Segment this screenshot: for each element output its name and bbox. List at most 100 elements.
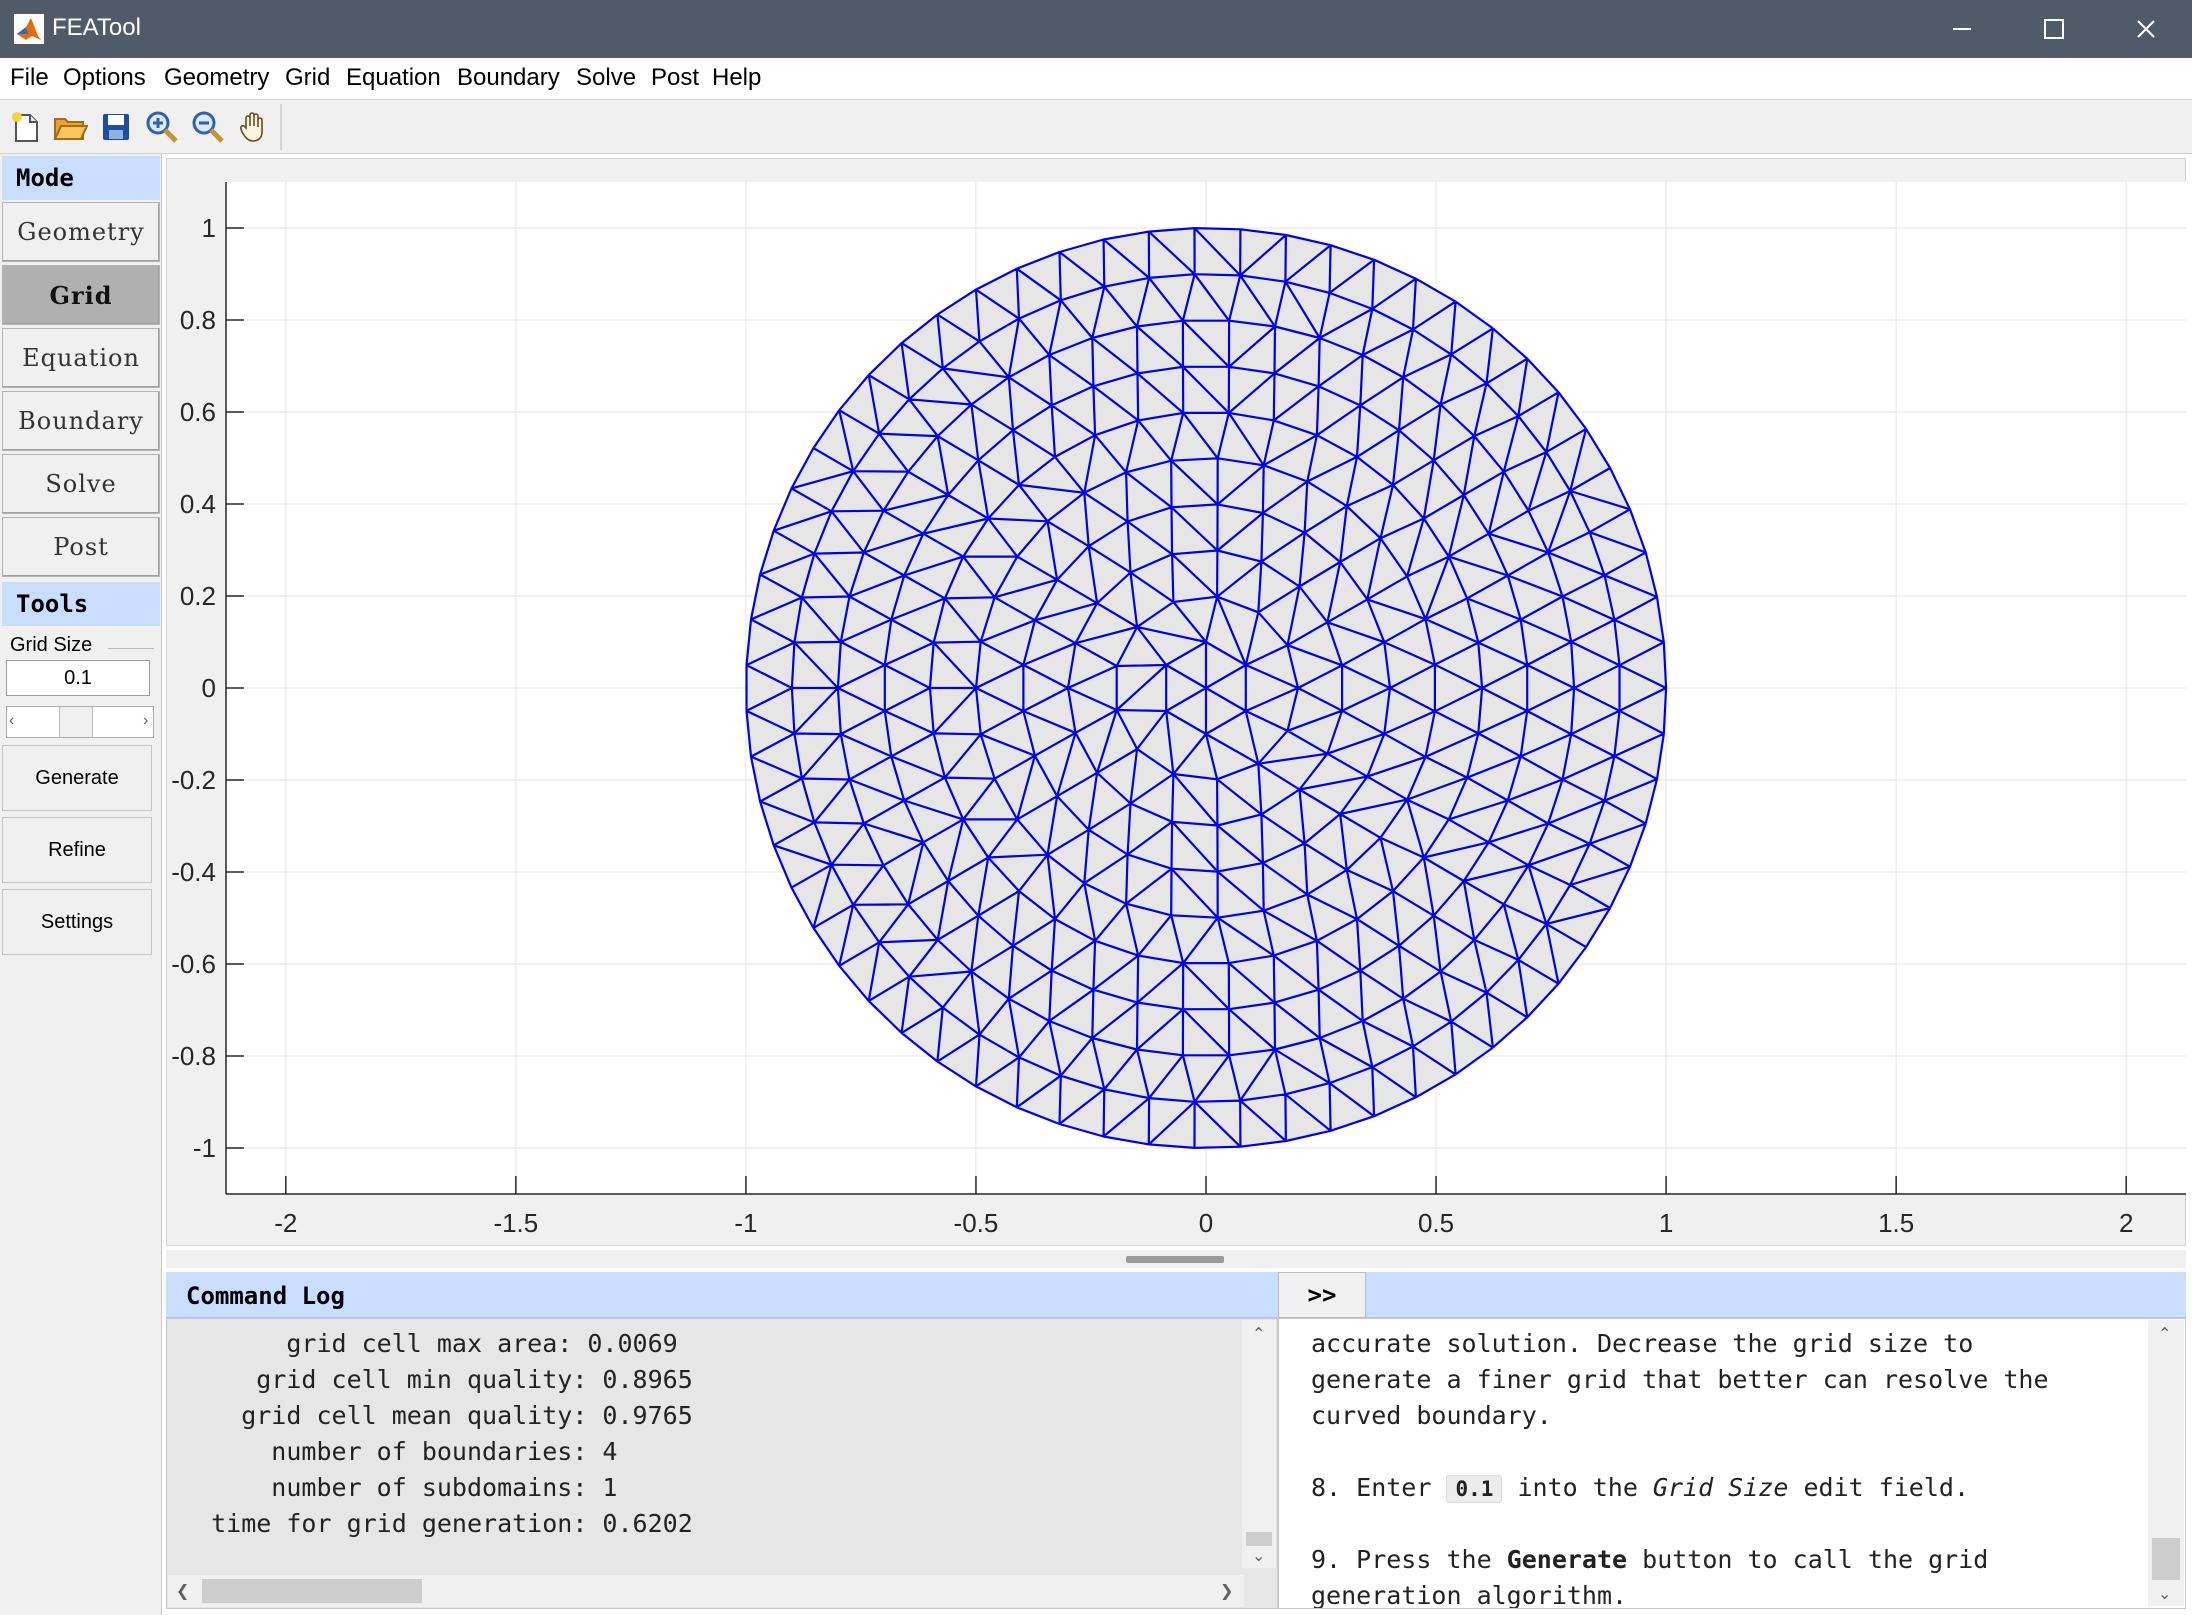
grid-size-input[interactable]: 0.1 (6, 660, 150, 696)
save-button[interactable] (96, 106, 136, 148)
scroll-up-icon[interactable]: ⌃ (1252, 1324, 1265, 1344)
settings-button[interactable]: Settings (2, 889, 152, 955)
help-line: accurate solution. Decrease the grid siz… (1311, 1329, 1974, 1358)
log-line: number of boundaries: 4 (181, 1437, 618, 1466)
grid-size-code: 0.1 (1446, 1475, 1503, 1503)
y-tick-label: -0.4 (171, 857, 216, 887)
maximize-button[interactable] (2008, 0, 2100, 58)
x-tick-label: -1 (734, 1208, 757, 1238)
zoom-in-icon (146, 111, 178, 143)
help-line: curved boundary. (1311, 1401, 1552, 1430)
help-vertical-scrollbar[interactable]: ⌃ ⌄ (2148, 1320, 2184, 1606)
save-icon (103, 114, 129, 140)
y-tick-label: 1 (202, 213, 216, 243)
grid-size-emphasis: Grid Size (1652, 1473, 1789, 1502)
help-line: generate a finer grid that better can re… (1311, 1365, 2049, 1394)
scroll-down-icon[interactable]: ⌄ (1252, 1546, 1265, 1566)
y-tick-label: 0.8 (180, 305, 216, 335)
menu-bar: File Options Geometry Grid Equation Boun… (0, 58, 2192, 100)
help-header-bar (1366, 1272, 2186, 1318)
step8-post: edit field. (1788, 1473, 1970, 1502)
tools-header: Tools (2, 582, 160, 626)
command-log[interactable]: grid cell max area: 0.0069 grid cell min… (166, 1318, 1278, 1609)
new-file-button[interactable] (6, 106, 46, 148)
grid-size-divider (108, 648, 154, 649)
menu-solve[interactable]: Solve (576, 64, 636, 92)
y-tick-label: -0.2 (171, 765, 216, 795)
log-vertical-scrollbar[interactable]: ⌃ ⌄ (1242, 1320, 1276, 1568)
log-line: grid cell max area: 0.0069 (181, 1329, 678, 1358)
generate-emphasis: Generate (1506, 1545, 1628, 1574)
x-tick-label: 1.5 (1878, 1208, 1914, 1238)
zoom-out-icon (192, 111, 224, 143)
log-hscroll-thumb[interactable] (202, 1579, 422, 1603)
generate-button[interactable]: Generate (2, 745, 152, 811)
mode-boundary-button[interactable]: Boundary (2, 391, 160, 451)
mesh-triangulation (745, 227, 1668, 1149)
command-log-header: Command Log (166, 1272, 1278, 1318)
x-tick-label: -2 (274, 1208, 297, 1238)
grid-size-slider[interactable]: ‹ › (6, 706, 154, 738)
log-line: grid cell min quality: 0.8965 (181, 1365, 693, 1394)
menu-file[interactable]: File (10, 64, 49, 92)
mode-solve-button[interactable]: Solve (2, 454, 160, 514)
toolbar (0, 100, 2192, 154)
splitter-grip[interactable] (1126, 1256, 1224, 1263)
log-line: grid cell mean quality: 0.9765 (181, 1401, 693, 1430)
y-tick-label: 0 (202, 673, 216, 703)
slider-thumb[interactable] (59, 707, 93, 737)
help-scroll-down-icon[interactable]: ⌄ (2158, 1584, 2171, 1604)
x-tick-label: 0.5 (1418, 1208, 1454, 1238)
menu-geometry[interactable]: Geometry (164, 64, 269, 92)
menu-options[interactable]: Options (63, 64, 146, 92)
maximize-icon (2044, 19, 2064, 39)
help-panel: accurate solution. Decrease the grid siz… (1278, 1318, 2186, 1609)
mode-geometry-button[interactable]: Geometry (2, 202, 160, 262)
left-panel: Mode Geometry Grid Equation Boundary Sol… (0, 154, 162, 1615)
menu-help[interactable]: Help (712, 64, 761, 92)
slider-left-arrow-icon[interactable]: ‹ (9, 712, 14, 730)
log-horizontal-scrollbar[interactable]: ❮ ❯ (168, 1575, 1244, 1607)
mode-post-button[interactable]: Post (2, 517, 160, 577)
window-title: FEATool (52, 14, 141, 41)
minimize-icon (1953, 28, 1971, 30)
x-tick-label: 1 (1659, 1208, 1673, 1238)
mode-equation-button[interactable]: Equation (2, 328, 160, 388)
y-tick-label: -0.8 (171, 1041, 216, 1071)
open-folder-icon (53, 118, 88, 140)
step9-post: button to call the grid (1627, 1545, 1989, 1574)
help-line: generation algorithm. (1311, 1581, 1628, 1609)
x-tick-label: -0.5 (954, 1208, 999, 1238)
close-button[interactable] (2100, 0, 2192, 58)
y-tick-label: 0.6 (180, 397, 216, 427)
minimize-button[interactable] (1916, 0, 2008, 58)
close-icon (2137, 20, 2155, 38)
mesh-plot-axes[interactable]: -2 -1.5 -1 -0.5 0 0.5 1 1.5 2 1 0.8 0.6 0.4 0.2 0 -0.2 -… (166, 158, 2186, 1246)
grid-size-label: Grid Size (10, 634, 93, 656)
expand-button[interactable]: >> (1278, 1272, 1366, 1318)
scroll-left-icon[interactable]: ❮ (176, 1581, 189, 1601)
zoom-out-button[interactable] (188, 106, 228, 148)
menu-post[interactable]: Post (651, 64, 699, 92)
new-file-icon (12, 112, 38, 142)
title-bar: FEATool (0, 0, 2192, 58)
help-step-8: 8. Enter 0.1 into the Grid Size edit fie… (1311, 1473, 1970, 1503)
y-tick-label: 0.4 (180, 489, 216, 519)
menu-equation[interactable]: Equation (346, 64, 441, 92)
menu-grid[interactable]: Grid (285, 64, 330, 92)
refine-button[interactable]: Refine (2, 817, 152, 883)
open-button[interactable] (50, 106, 90, 148)
y-tick-label: -0.6 (171, 949, 216, 979)
x-tick-label: -1.5 (493, 1208, 538, 1238)
step9-pre: 9. Press the (1311, 1545, 1507, 1574)
pan-button[interactable] (234, 106, 274, 148)
menu-boundary[interactable]: Boundary (457, 64, 560, 92)
help-vscroll-thumb[interactable] (2152, 1538, 2180, 1580)
help-scroll-up-icon[interactable]: ⌃ (2158, 1324, 2171, 1344)
scroll-right-icon[interactable]: ❯ (1220, 1581, 1233, 1601)
toolbar-separator (280, 104, 282, 150)
zoom-in-button[interactable] (142, 106, 182, 148)
slider-right-arrow-icon[interactable]: › (143, 712, 148, 730)
log-vscroll-thumb[interactable] (1246, 1532, 1272, 1546)
mode-grid-button[interactable]: Grid (2, 265, 160, 325)
